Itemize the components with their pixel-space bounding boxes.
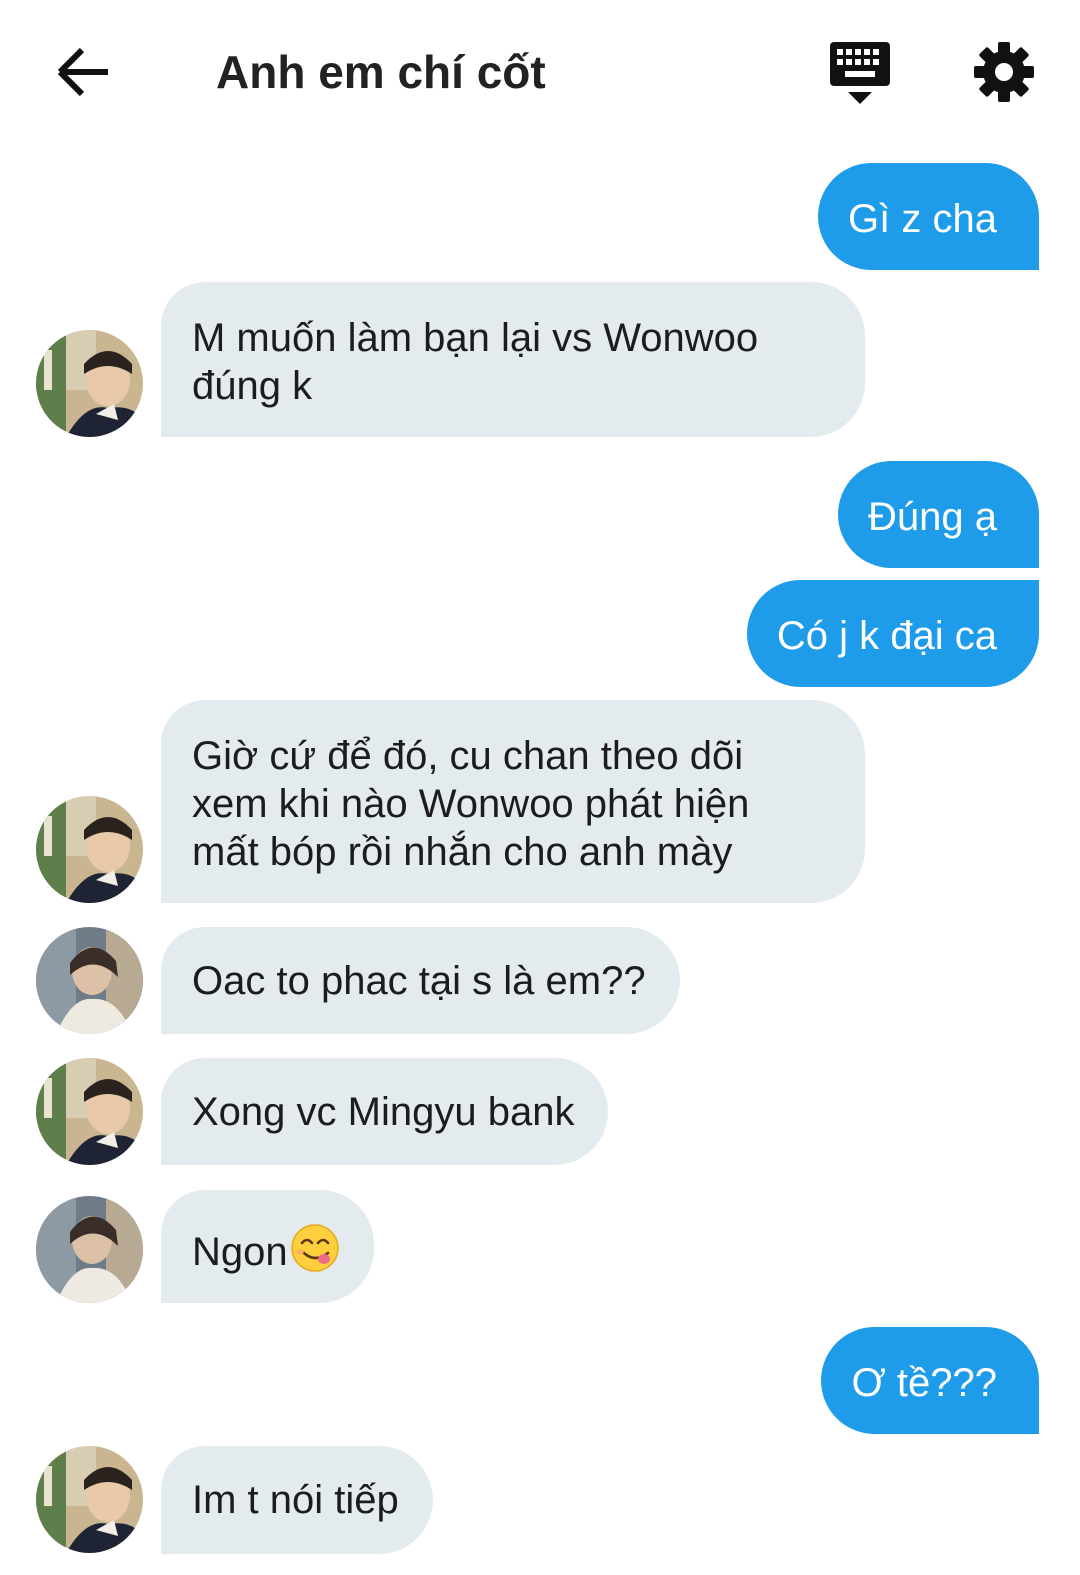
incoming-message[interactable]: Oac to phac tại s là em?? (161, 927, 680, 1034)
message-text: Ơ tề??? (851, 1361, 997, 1405)
outgoing-message[interactable]: Có j k đại ca (746, 580, 1039, 687)
message-text: Oac to phac tại s là em?? (192, 959, 646, 1003)
message-text: Có j k đại ca (776, 614, 997, 658)
message-text-line: M muốn làm bạn lại vs Wonwoo (192, 316, 759, 360)
outgoing-message[interactable]: Gì z cha (818, 163, 1039, 270)
avatar[interactable] (36, 1058, 143, 1165)
avatar[interactable] (36, 1446, 143, 1553)
avatar-photo (36, 796, 143, 903)
avatar[interactable] (36, 927, 143, 1034)
outgoing-message[interactable]: Đúng ạ (838, 461, 1039, 568)
avatar[interactable] (36, 330, 143, 437)
avatar-photo (36, 1058, 143, 1165)
avatar[interactable] (36, 1196, 143, 1303)
message-text: Ngon (192, 1230, 288, 1274)
avatar[interactable] (36, 796, 143, 903)
message-text: Đúng ạ (868, 495, 997, 539)
outgoing-message[interactable]: Ơ tề??? (821, 1327, 1039, 1434)
avatar-photo (36, 330, 143, 437)
avatar-photo (36, 1446, 143, 1553)
avatar-photo (36, 1196, 143, 1303)
message-text: Im t nói tiếp (192, 1478, 399, 1522)
message-text-line: mất bóp rồi nhắn cho anh mày (192, 830, 733, 874)
yum-face-emoji (290, 1223, 340, 1273)
avatar-photo (36, 927, 143, 1034)
message-text-line: xem khi nào Wonwoo phát hiện (192, 782, 750, 826)
message-text-line: Giờ cứ để đó, cu chan theo dõi (192, 734, 744, 778)
incoming-message[interactable]: Ngon (161, 1190, 374, 1303)
incoming-message[interactable]: Giờ cứ để đó, cu chan theo dõi xem khi n… (161, 700, 865, 903)
message-text: Gì z cha (848, 197, 997, 241)
incoming-message[interactable]: M muốn làm bạn lại vs Wonwoo đúng k (161, 282, 865, 437)
message-text-line: đúng k (192, 364, 313, 408)
message-text: Xong vc Mingyu bank (192, 1090, 575, 1134)
message-list: Gì z cha M muốn làm bạn lại vs Wonwoo đú… (0, 0, 1080, 1575)
incoming-message[interactable]: Xong vc Mingyu bank (161, 1058, 609, 1165)
incoming-message[interactable]: Im t nói tiếp (161, 1446, 433, 1554)
